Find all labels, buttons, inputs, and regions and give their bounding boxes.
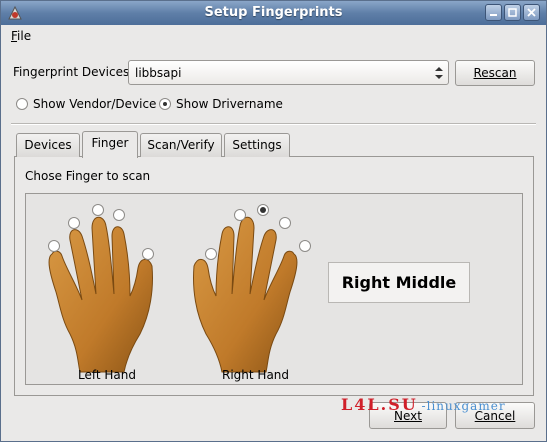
right-little-finger-radio[interactable] [299, 240, 311, 252]
watermark-text: L4L.SU [341, 395, 418, 414]
show-drivername-label: Show Drivername [176, 97, 283, 111]
left-little-finger-radio[interactable] [48, 240, 60, 252]
right-hand-image [193, 216, 298, 373]
tab-settings[interactable]: Settings [224, 133, 290, 157]
left-hand-image [48, 216, 153, 373]
close-button[interactable] [523, 4, 540, 21]
right-middle-finger-radio[interactable] [257, 204, 269, 216]
finger-tab-panel: Chose Finger to scan Left Hand Right Han… [14, 156, 534, 396]
title-bar[interactable]: Setup Fingerprints [1, 1, 546, 25]
watermark-suffix: -linuxgamer [421, 399, 506, 413]
updown-arrow-icon [435, 67, 443, 79]
right-thumb-radio[interactable] [205, 248, 217, 260]
right-index-finger-radio[interactable] [234, 209, 246, 221]
show-drivername-radio[interactable] [159, 98, 171, 110]
left-index-finger-radio[interactable] [113, 209, 125, 221]
tab-scan-verify[interactable]: Scan/Verify [140, 133, 222, 157]
window-title: Setup Fingerprints [204, 5, 343, 20]
minimize-icon [490, 14, 497, 16]
rescan-button[interactable]: Rescan [455, 60, 535, 86]
watermark: L4L.SU -linuxgamer [341, 395, 506, 414]
maximize-button[interactable] [504, 4, 521, 21]
tab-finger[interactable]: Finger [82, 131, 138, 158]
menu-file-rest: ile [17, 29, 32, 43]
show-vendor-radio[interactable] [16, 98, 28, 110]
left-thumb-radio[interactable] [142, 248, 154, 260]
maximize-icon [508, 8, 517, 17]
device-select-value: libbsapi [135, 66, 182, 80]
right-ring-finger-radio[interactable] [279, 217, 291, 229]
hand-selection-area: Left Hand Right Hand Right Middle [25, 193, 523, 385]
right-hand-label: Right Hand [222, 368, 290, 382]
left-middle-finger-radio[interactable] [92, 204, 104, 216]
devices-label: Fingerprint Devices: [13, 65, 134, 79]
selected-finger-display: Right Middle [328, 262, 470, 303]
menu-file[interactable]: File [11, 29, 31, 43]
separator [11, 123, 536, 125]
tab-devices[interactable]: Devices [16, 133, 80, 157]
setup-fingerprints-window: Setup Fingerprints File Fingerprint Devi… [0, 0, 547, 442]
minimize-button[interactable] [485, 4, 502, 21]
left-hand-label: Left Hand [78, 368, 136, 382]
show-vendor-label: Show Vendor/Device [33, 97, 157, 111]
rescan-label: Rescan [473, 66, 517, 80]
left-ring-finger-radio[interactable] [68, 217, 80, 229]
finger-instruction: Chose Finger to scan [25, 169, 151, 183]
menu-bar: File [1, 25, 546, 47]
device-select[interactable]: libbsapi [128, 60, 449, 85]
close-icon [527, 8, 536, 17]
